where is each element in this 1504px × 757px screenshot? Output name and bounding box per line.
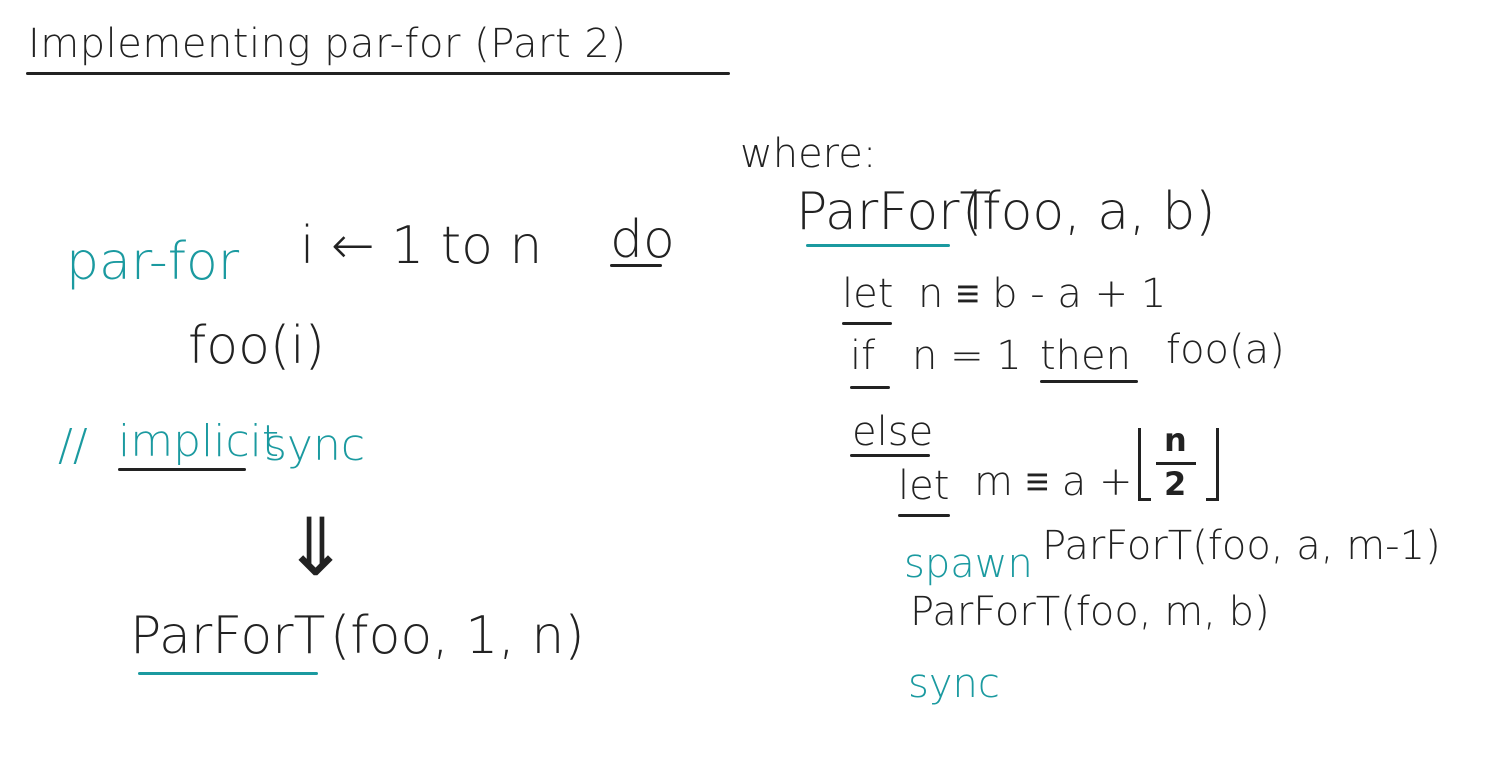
parfor-keyword: par-for: [66, 232, 240, 292]
floor-left-bracket: [1138, 428, 1151, 501]
comment-sync: sync: [264, 420, 366, 471]
let1-underline: [842, 322, 892, 325]
let1-expression: n ≡ b - a + 1: [918, 271, 1167, 317]
where-label: where:: [740, 131, 877, 177]
page-title: Implementing par-for (Part 2): [28, 21, 627, 67]
do-keyword: do: [610, 210, 675, 270]
parfort-call-name: ParForT: [130, 606, 326, 666]
let2-keyword: let: [898, 463, 950, 509]
implicit-underline: [118, 468, 246, 471]
else-underline: [850, 454, 930, 457]
title-underline: [26, 72, 730, 75]
if-underline: [850, 386, 890, 389]
then-keyword: then: [1040, 333, 1131, 379]
let1-keyword: let: [842, 271, 894, 317]
comment-implicit: implicit: [118, 416, 280, 467]
recursive-call: ParForT(foo, m, b): [910, 589, 1270, 635]
def-name-underline: [806, 244, 950, 247]
fraction-denominator: 2: [1164, 465, 1187, 503]
down-arrow-icon: ⇓: [282, 501, 350, 594]
do-underline: [610, 264, 662, 267]
fraction-numerator: n: [1164, 421, 1187, 459]
if-condition: n = 1: [912, 333, 1022, 379]
loop-body: foo(i): [188, 316, 325, 376]
parfort-call-args: (foo, 1, n): [330, 606, 585, 666]
parfort-call-underline: [138, 672, 318, 675]
else-keyword: else: [852, 409, 934, 455]
let2-expression: m ≡ a +: [974, 459, 1133, 505]
let2-underline: [898, 514, 950, 517]
if-keyword: if: [850, 333, 876, 379]
sync-keyword: sync: [908, 661, 1000, 707]
floor-right-bracket: [1206, 428, 1219, 501]
def-args: (foo, a, b): [962, 182, 1216, 242]
loop-header: i ← 1 to n: [300, 216, 543, 276]
comment-prefix: //: [58, 420, 88, 471]
spawn-call: ParForT(foo, a, m-1): [1042, 523, 1441, 569]
if-body: foo(a): [1166, 327, 1285, 373]
spawn-keyword: spawn: [904, 541, 1033, 587]
then-underline: [1040, 380, 1138, 383]
